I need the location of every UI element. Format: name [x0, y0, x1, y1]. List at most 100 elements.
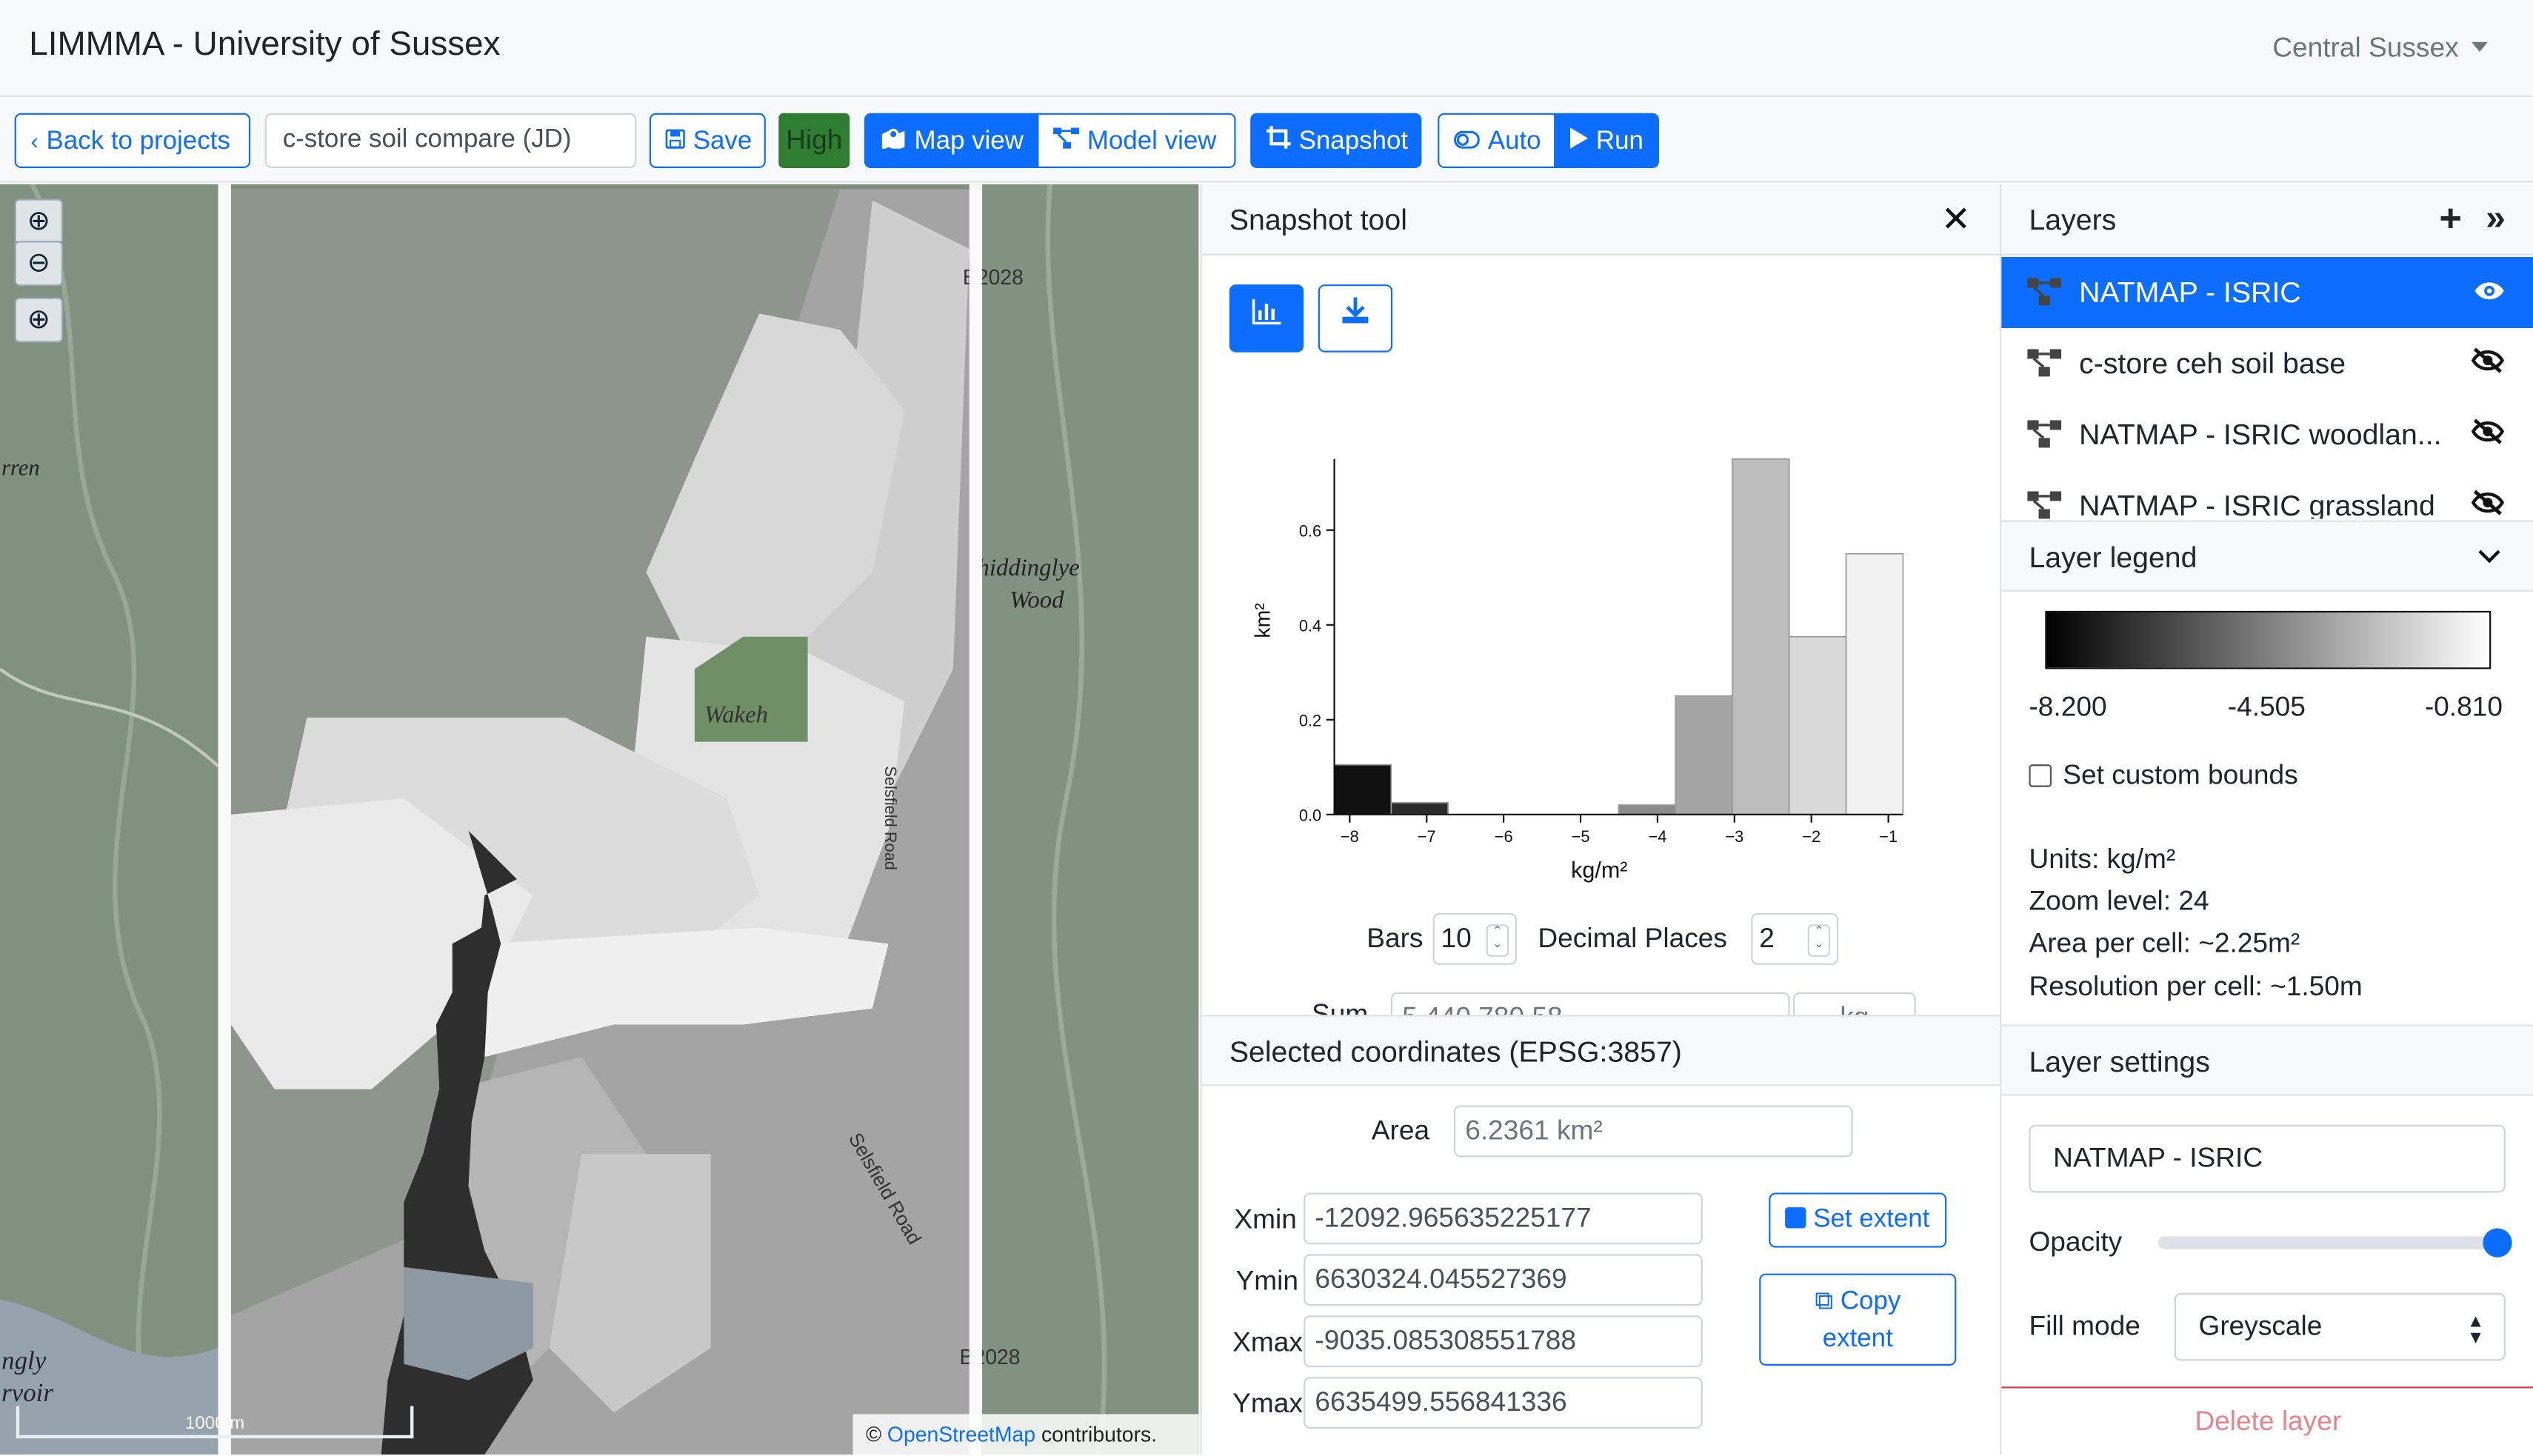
histogram-chart: −8 −7 −6 −5 −4 −3 −2 −1 0.0 0.2 0.4 0.6 kg/m² km² — [1251, 458, 1904, 883]
legend-header[interactable]: Layer legend — [2001, 520, 2533, 593]
delete-layer-button[interactable]: Delete layer — [2001, 1386, 2533, 1455]
copy-label: Copy — [1840, 1288, 1901, 1316]
layers-header: Layers + » — [2001, 184, 2533, 256]
layer-label: NATMAP - ISRIC woodlan... — [2079, 418, 2442, 451]
layer-model-icon — [2027, 420, 2062, 448]
project-name-input[interactable]: c-store soil compare (JD) — [264, 113, 637, 168]
model-view-button[interactable]: Model view — [1037, 113, 1236, 168]
fill-mode-select[interactable]: Greyscale ▲ ▼ — [2174, 1292, 2506, 1361]
y-tick-label: 0.0 — [1299, 807, 1321, 825]
decimal-places-label: Decimal Places — [1538, 923, 1727, 954]
region-dropdown[interactable]: Central Sussex — [2272, 33, 2488, 65]
download-button[interactable] — [1318, 284, 1393, 353]
fill-mode-label: Fill mode — [2029, 1310, 2140, 1342]
area-label: Area — [1371, 1115, 1430, 1146]
x-tick-label: −2 — [1802, 827, 1821, 846]
x-tick-label: −8 — [1341, 827, 1359, 846]
play-icon — [1570, 115, 1589, 167]
xmax-input[interactable]: -9035.085308551788 — [1304, 1315, 1703, 1368]
add-layer-icon[interactable]: + — [2439, 184, 2462, 256]
xmin-input[interactable]: -12092.965635225177 — [1304, 1192, 1703, 1245]
layer-label: NATMAP - ISRIC grassland — [2079, 490, 2435, 519]
quality-badge[interactable]: High — [778, 113, 850, 168]
units-text: Units: kg/m² — [2029, 844, 2176, 875]
osm-link[interactable]: OpenStreetMap — [887, 1422, 1035, 1446]
layer-item[interactable]: c-store ceh soil base — [2001, 328, 2533, 399]
set-extent-button[interactable]: Set extent — [1769, 1192, 1947, 1248]
set-extent-label: Set extent — [1813, 1205, 1930, 1234]
x-tick-label: −3 — [1725, 827, 1743, 846]
save-button[interactable]: Save — [649, 113, 766, 168]
run-button[interactable]: Run — [1554, 113, 1659, 168]
caret-down-icon — [2472, 41, 2488, 52]
back-to-projects-button[interactable]: ‹ Back to projects — [14, 113, 251, 168]
copyright-symbol: © — [866, 1422, 881, 1447]
layer-item[interactable]: NATMAP - ISRIC woodlan... — [2001, 399, 2533, 470]
opacity-slider-thumb[interactable] — [2483, 1228, 2512, 1258]
chevron-down-icon[interactable] — [2478, 522, 2501, 593]
map-view-button[interactable]: Map view — [864, 113, 1039, 168]
eye-slash-icon[interactable] — [2470, 470, 2506, 518]
x-tick-label: −1 — [1879, 827, 1898, 846]
opacity-slider[interactable] — [2157, 1228, 2512, 1258]
histogram-bar — [1333, 764, 1392, 815]
snapshot-label: Snapshot — [1298, 127, 1409, 156]
model-view-label: Model view — [1087, 127, 1217, 156]
close-icon[interactable]: ✕ — [1941, 184, 1971, 256]
auto-toggle-button[interactable]: Auto — [1438, 113, 1556, 168]
sum-field: 5 440 780 58 — [1390, 992, 1790, 1015]
app-header: LIMMMA - University of Sussex Central Su… — [0, 0, 2533, 97]
back-label: Back to projects — [46, 127, 230, 156]
layer-label: NATMAP - ISRIC — [2079, 276, 2301, 309]
select-arrows-icon: ▲ ▼ — [2466, 1312, 2485, 1348]
ymax-input[interactable]: 6635499.556841336 — [1304, 1377, 1703, 1429]
bars-input[interactable]: 10 ⌃ ⌄ — [1432, 912, 1518, 965]
copy-icon: ⧉ — [1815, 1288, 1834, 1316]
snapshot-button[interactable]: Snapshot — [1250, 113, 1422, 168]
zoom-out-icon[interactable]: ⊖ — [14, 241, 64, 287]
zoom-in-icon[interactable]: ⊕ — [14, 198, 64, 244]
map-label: rvoir — [1, 1378, 53, 1407]
eye-slash-icon[interactable] — [2470, 328, 2506, 399]
bars-label: Bars — [1366, 923, 1424, 954]
square-icon — [1786, 1207, 1807, 1229]
layer-item[interactable]: NATMAP - ISRIC — [2001, 256, 2533, 328]
map-label: Wakeh — [704, 701, 768, 728]
toolbar: ‹ Back to projects c-store soil compare (… — [0, 98, 2533, 183]
legend-mid: -4.505 — [2227, 691, 2306, 723]
zoom-extent-icon[interactable]: ⊕ — [14, 297, 64, 343]
collapse-panel-icon[interactable]: » — [2486, 183, 2506, 254]
layer-item[interactable]: NATMAP - ISRIC grassland — [2001, 470, 2533, 519]
layer-settings-title: Layer settings — [2029, 1045, 2210, 1078]
y-tick-label: 0.6 — [1299, 521, 1321, 540]
eye-icon[interactable] — [2473, 257, 2506, 328]
fill-mode-value: Greyscale — [2198, 1310, 2323, 1342]
spinner-icon[interactable]: ⌃ ⌄ — [1486, 924, 1509, 957]
map-label: Wood — [1009, 587, 1064, 614]
layer-model-icon — [2027, 491, 2062, 519]
crop-icon — [1266, 115, 1291, 167]
decimal-places-input[interactable]: 2 ⌃ ⌄ — [1751, 912, 1839, 965]
layer-name-input[interactable]: NATMAP - ISRIC — [2029, 1124, 2506, 1193]
layer-label: c-store ceh soil base — [2079, 347, 2346, 380]
region-label: Central Sussex — [2272, 32, 2459, 64]
spinner-icon[interactable]: ⌃ ⌄ — [1807, 924, 1831, 957]
sum-row: Sum 5 440 780 58 kg — [1202, 989, 2002, 1015]
xmin-label: Xmin — [1234, 1203, 1297, 1235]
map-canvas[interactable]: rren B2028 hiddinglye Wood Wakeh Selsfie… — [0, 184, 1199, 1455]
eye-slash-icon[interactable] — [2470, 399, 2506, 470]
x-tick-label: −4 — [1649, 827, 1667, 846]
x-tick-label: −5 — [1572, 827, 1590, 846]
custom-bounds-checkbox[interactable] — [2029, 764, 2052, 787]
layer-model-icon — [2027, 278, 2062, 306]
xmax-label: Xmax — [1232, 1326, 1303, 1358]
chevron-left-icon: ‹ — [30, 127, 39, 154]
resolution-text: Resolution per cell: ~1.50m — [2029, 971, 2363, 1002]
histogram-button[interactable] — [1229, 284, 1304, 353]
copy-extent-button[interactable]: ⧉ Copy extent — [1759, 1273, 1957, 1366]
ymin-input[interactable]: 6630324.045527369 — [1304, 1254, 1703, 1306]
map-tiles: rren B2028 hiddinglye Wood Wakeh Selsfie… — [0, 184, 1199, 1455]
zoom-level-text: Zoom level: 24 — [2029, 885, 2209, 917]
save-label: Save — [693, 127, 752, 156]
layer-settings-header: Layer settings — [2001, 1024, 2533, 1096]
